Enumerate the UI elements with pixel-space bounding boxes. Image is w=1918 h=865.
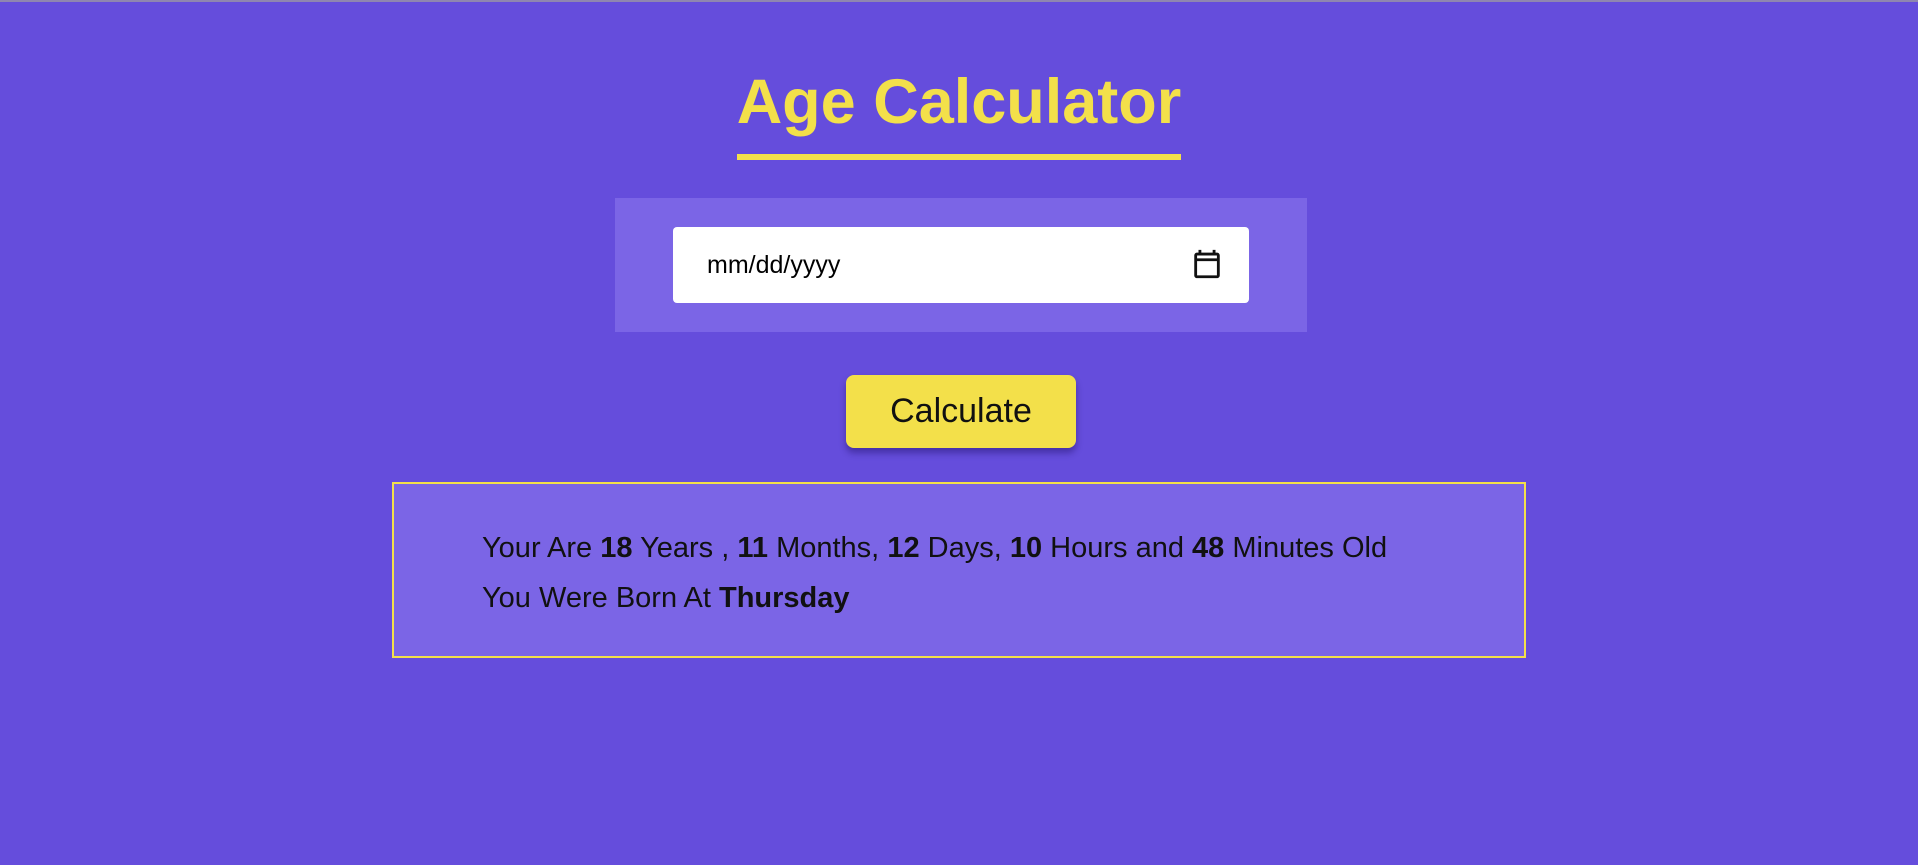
age-hours-label: Hours and — [1050, 532, 1184, 564]
page-title: Age Calculator — [736, 62, 1182, 160]
age-years-value: 18 — [600, 532, 633, 564]
age-minutes-label: Minutes Old — [1232, 532, 1388, 564]
header: Age Calculator — [0, 62, 1918, 160]
age-years-label: Years , — [640, 532, 730, 564]
top-divider — [0, 0, 1918, 2]
result-box: Your Are 18 Years , 11 Months, 12 Days, … — [392, 482, 1526, 658]
calculate-button[interactable]: Calculate — [846, 375, 1076, 448]
age-months-label: Months, — [776, 532, 880, 564]
date-input[interactable]: mm/dd/yyyy — [673, 227, 1249, 303]
age-months-value: 11 — [737, 532, 769, 564]
age-days-label: Days, — [927, 532, 1002, 564]
calendar-icon[interactable] — [1190, 247, 1224, 281]
age-hours-value: 10 — [1009, 532, 1043, 564]
date-input-placeholder: mm/dd/yyyy — [707, 251, 841, 279]
age-result-line: Your Are 18 Years , 11 Months, 12 Days, … — [482, 532, 1387, 565]
age-minutes-value: 48 — [1192, 532, 1225, 564]
age-prefix: Your Are — [482, 532, 593, 564]
birth-day-prefix: You Were Born At — [482, 582, 711, 614]
birth-weekday-value: Thursday — [719, 582, 850, 614]
age-days-value: 12 — [887, 532, 920, 564]
birth-day-line: You Were Born At Thursday — [482, 582, 850, 615]
